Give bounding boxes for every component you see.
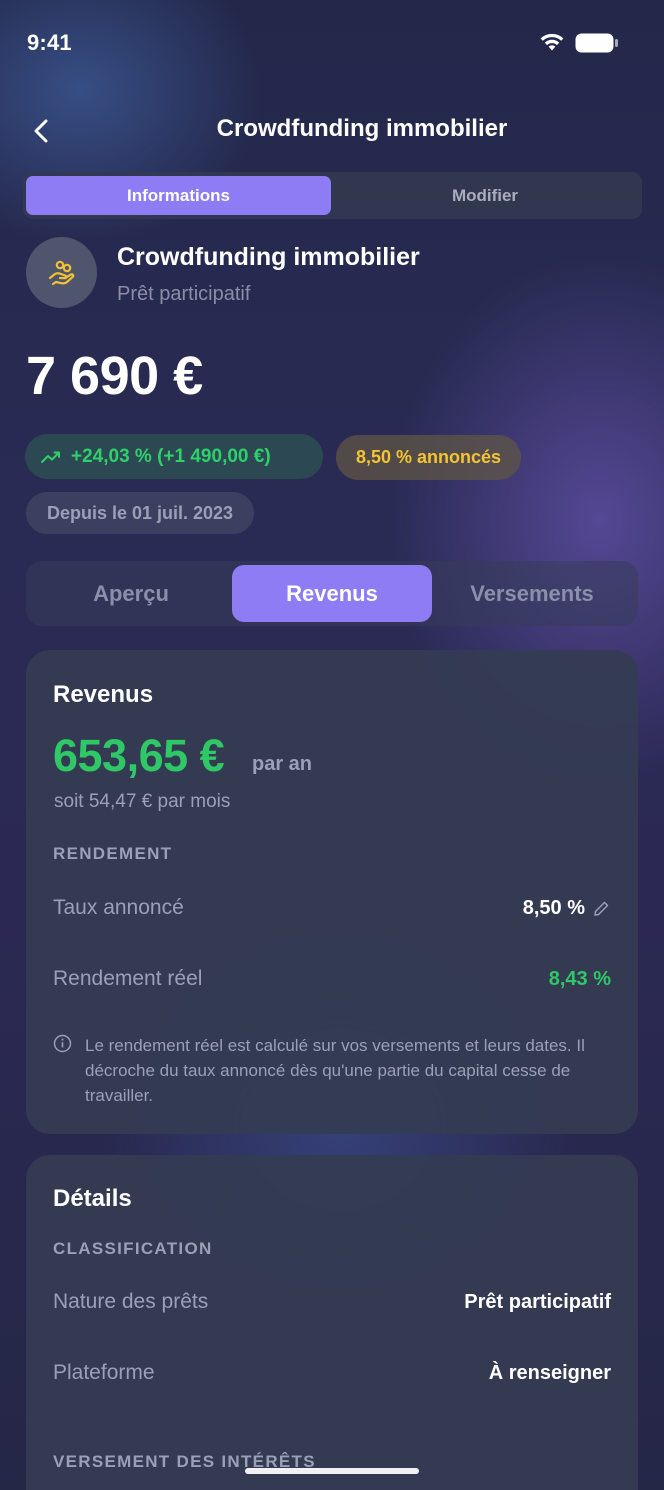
asset-name: Crowdfunding immobilier — [117, 243, 420, 271]
announced-rate-label: Taux annoncé — [53, 896, 184, 919]
platform-label: Plateforme — [53, 1361, 155, 1384]
platform-value[interactable]: À renseigner — [489, 1362, 611, 1385]
real-yield-label: Rendement réel — [53, 967, 203, 990]
per-year-label: par an — [252, 753, 313, 775]
performance-badge: +24,03 % (+1 490,00 €) — [25, 434, 323, 479]
status-bar: 9:41 — [0, 0, 664, 80]
real-yield-value: 8,43 % — [548, 968, 611, 990]
announced-rate-value[interactable]: 8,50 % — [523, 897, 585, 920]
top-segmented-control: Informations Modifier — [23, 172, 642, 219]
battery-icon — [575, 33, 618, 53]
details-card: Détails CLASSIFICATION Nature des prêts … — [26, 1155, 638, 1490]
monthly-income: soit 54,47 € par mois — [54, 791, 231, 812]
tab-versements[interactable]: Versements — [432, 565, 632, 622]
announced-rate-text: 8,50 % annoncés — [355, 447, 502, 467]
asset-value: 7 690 € — [26, 346, 203, 406]
status-time: 9:41 — [27, 30, 72, 55]
revenus-title: Revenus — [53, 681, 154, 708]
annual-income-amount: 653,65 € — [53, 730, 225, 781]
tab-revenus[interactable]: Revenus — [232, 565, 432, 622]
wifi-icon — [540, 33, 564, 51]
tab-informations[interactable]: Informations — [26, 176, 331, 215]
trending-up-icon — [41, 451, 60, 463]
loan-nature-label: Nature des prêts — [53, 1290, 209, 1313]
info-icon — [53, 1034, 72, 1053]
since-badge: Depuis le 01 juil. 2023 — [26, 492, 254, 534]
section-classification: CLASSIFICATION — [53, 1239, 213, 1258]
home-indicator — [245, 1468, 419, 1474]
real-yield-note: Le rendement réel est calculé sur vos ve… — [85, 1036, 585, 1105]
loan-nature-value[interactable]: Prêt participatif — [464, 1291, 611, 1314]
hand-coins-icon — [48, 260, 74, 285]
section-rendement: RENDEMENT — [53, 844, 173, 863]
pencil-icon[interactable] — [593, 900, 610, 917]
details-title: Détails — [53, 1185, 132, 1212]
main-tabs: Aperçu Revenus Versements — [26, 561, 638, 626]
tab-modifier[interactable]: Modifier — [331, 176, 639, 215]
tab-apercu[interactable]: Aperçu — [31, 565, 231, 622]
since-text: Depuis le 01 juil. 2023 — [46, 502, 234, 523]
asset-type: Prêt participatif — [117, 283, 251, 305]
revenus-card: Revenus 653,65 € par an soit 54,47 € par… — [26, 650, 638, 1134]
announced-rate-badge: 8,50 % annoncés — [336, 435, 521, 480]
performance-text: +24,03 % (+1 490,00 €) — [71, 445, 271, 467]
page-title: Crowdfunding immobilier — [216, 115, 508, 142]
asset-avatar — [26, 237, 97, 308]
